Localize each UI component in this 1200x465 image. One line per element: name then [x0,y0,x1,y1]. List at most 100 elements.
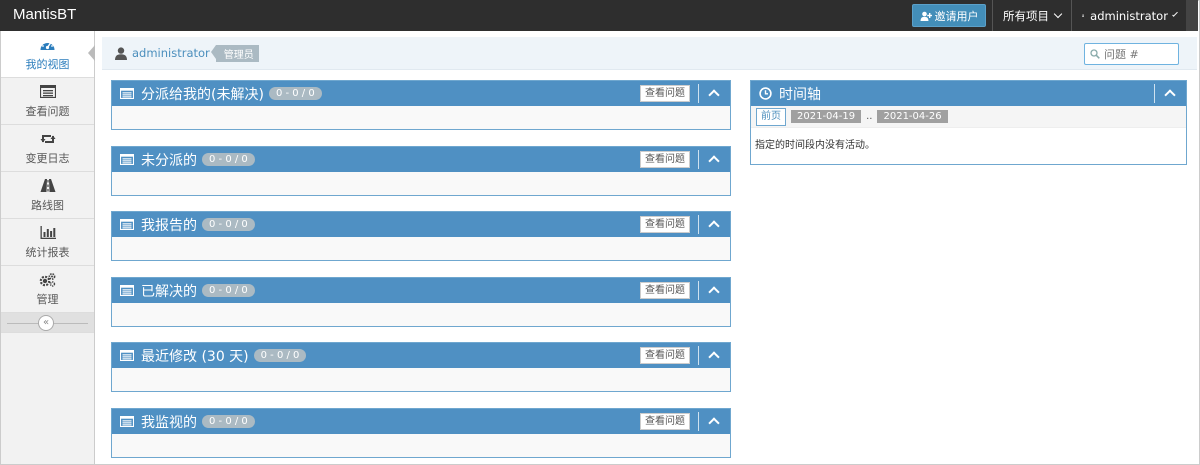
count-badge: 0 - 0 / 0 [202,415,255,428]
chevron-up-icon[interactable] [1164,89,1176,101]
divider [698,215,699,234]
search-icon [1090,49,1100,59]
top-navbar: MantisBT 邀请用户 所有项目 administrator [0,0,1198,31]
date-from-badge: 2021-04-19 [791,110,862,123]
list-icon [120,285,134,296]
sidebar-item-roadmap[interactable]: 路线图 [1,172,94,219]
count-badge: 0 - 0 / 0 [268,87,322,100]
breadcrumb-user-link[interactable]: administrator [132,46,210,60]
breadcrumb: administrator 管理员 [102,37,1197,70]
chevron-up-icon[interactable] [708,417,720,429]
project-selector[interactable]: 所有项目 [992,0,1072,31]
issue-search-box[interactable] [1084,43,1179,65]
widget-resolved: 已解决的 0 - 0 / 0 查看问题 [111,277,731,327]
widget-header: 我监视的 0 - 0 / 0 查看问题 [112,409,730,434]
list-icon [120,350,134,361]
widget-title: 我报告的 [141,217,197,234]
widget-title: 我监视的 [141,414,197,431]
widget-body [112,368,730,390]
user-icon [1082,14,1085,17]
chevron-up-icon[interactable] [708,286,720,298]
widget-header: 我报告的 0 - 0 / 0 查看问题 [112,212,730,237]
widget-body [112,237,730,259]
dashboard-icon [40,40,55,50]
view-issues-button[interactable]: 查看问题 [640,413,690,430]
timeline-empty-message: 指定的时间段内没有活动。 [755,140,875,151]
view-issues-button[interactable]: 查看问题 [640,282,690,299]
widget-header: 分派给我的(未解决) 0 - 0 / 0 查看问题 [112,81,730,106]
view-issues-button[interactable]: 查看问题 [640,85,690,102]
divider [698,346,699,365]
sidebar-item-my-view[interactable]: 我的视图 [1,31,95,78]
user-menu[interactable]: administrator [1071,0,1186,31]
add-user-icon [920,11,932,21]
divider [698,150,699,169]
widget-body [112,303,730,325]
divider [698,412,699,431]
sidebar-collapse-bar: « [1,313,94,333]
widget-recently-modified: 最近修改 (30 天) 0 - 0 / 0 查看问题 [111,342,731,392]
road-icon [40,179,55,192]
chevron-up-icon[interactable] [708,220,720,232]
widget-title: 未分派的 [141,152,197,169]
sidebar-item-view-issues[interactable]: 查看问题 [1,78,94,125]
timeline-navigation: 前页 2021-04-19 .. 2021-04-26 [751,106,1186,128]
previous-page-button[interactable]: 前页 [756,107,786,126]
widget-header: 未分派的 0 - 0 / 0 查看问题 [112,147,730,172]
chevron-up-icon[interactable] [708,155,720,167]
divider [698,281,699,300]
widget-header: 最近修改 (30 天) 0 - 0 / 0 查看问题 [112,343,730,368]
sidebar-item-label: 路线图 [31,198,64,212]
list-icon [120,154,134,165]
widget-header: 时间轴 [751,81,1186,106]
divider [1154,84,1155,103]
sidebar-item-label: 变更日志 [25,151,70,165]
list-icon [120,88,134,99]
role-badge: 管理员 [210,44,259,62]
widget-body [112,172,730,194]
count-badge: 0 - 0 / 0 [202,284,255,297]
bar-chart-icon [40,226,56,239]
navbar-edge [1186,0,1198,31]
issue-number-input[interactable] [1104,47,1174,61]
widget-title: 时间轴 [779,86,821,103]
invite-user-button[interactable]: 邀请用户 [912,4,986,27]
count-badge: 0 - 0 / 0 [253,349,307,362]
collapse-sidebar-button[interactable]: « [38,315,54,331]
sidebar: 我的视图 查看问题 变更日志 路线图 统计报表 管理 « [1,31,95,464]
chevron-down-icon [1172,11,1178,17]
list-icon [120,416,134,427]
date-to-badge: 2021-04-26 [877,110,948,123]
gears-icon [39,272,56,287]
widget-reported-by-me: 我报告的 0 - 0 / 0 查看问题 [111,211,731,261]
invite-user-label: 邀请用户 [934,9,979,23]
view-issues-button[interactable]: 查看问题 [640,216,690,233]
count-badge: 0 - 0 / 0 [202,153,255,166]
widget-title: 已解决的 [141,283,197,300]
list-icon [39,85,56,98]
view-issues-button[interactable]: 查看问题 [640,151,690,168]
widget-body [112,106,730,128]
chevron-up-icon[interactable] [708,351,720,363]
user-icon [115,46,127,60]
chevron-down-icon [1053,9,1063,19]
widget-timeline: 时间轴 前页 2021-04-19 .. 2021-04-26 指定的时间段内没… [750,80,1187,165]
sidebar-item-label: 统计报表 [25,245,70,259]
sidebar-item-changelog[interactable]: 变更日志 [1,125,94,172]
list-icon [120,219,134,230]
sidebar-item-manage[interactable]: 管理 [1,266,94,313]
divider [698,84,699,103]
widget-assigned-to-me: 分派给我的(未解决) 0 - 0 / 0 查看问题 [111,80,731,130]
brand-logo[interactable]: MantisBT [13,6,76,23]
widget-unassigned: 未分派的 0 - 0 / 0 查看问题 [111,146,731,196]
widget-body [112,434,730,456]
sidebar-item-summary[interactable]: 统计报表 [1,219,94,266]
sidebar-item-label: 管理 [36,292,59,306]
project-selector-label: 所有项目 [1003,8,1049,23]
retweet-icon [40,134,55,143]
clock-icon [759,87,772,100]
view-issues-button[interactable]: 查看问题 [640,347,690,364]
chevron-up-icon[interactable] [708,89,720,101]
count-badge: 0 - 0 / 0 [202,218,255,231]
sidebar-item-label: 我的视图 [25,57,70,71]
